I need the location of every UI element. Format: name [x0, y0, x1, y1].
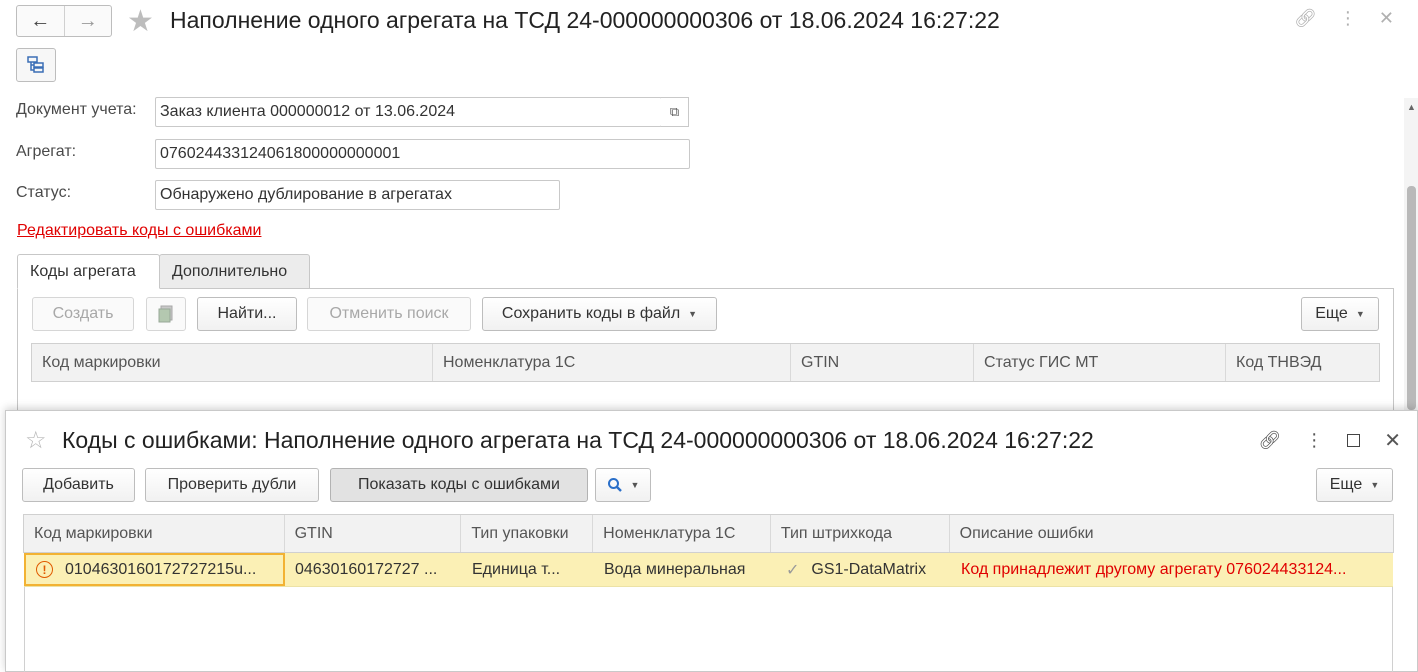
scrollbar-thumb[interactable]	[1407, 186, 1416, 410]
star-icon[interactable]: ★	[127, 4, 154, 39]
star-icon[interactable]: ☆	[25, 426, 47, 455]
scroll-up-icon[interactable]: ▲	[1407, 102, 1416, 112]
copy-icon	[158, 305, 173, 323]
column-header[interactable]: GTIN	[791, 344, 974, 381]
aggregate-field[interactable]: 076024433124061800000000001	[155, 139, 690, 169]
chevron-down-icon: ▼	[630, 480, 640, 490]
page-title: Наполнение одного агрегата на ТСД 24-000…	[170, 7, 1000, 33]
close-icon[interactable]: ✕	[1384, 428, 1401, 453]
window-controls: 🔗︎ ⋮ ✕	[1294, 8, 1394, 29]
column-header[interactable]: Описание ошибки	[950, 515, 1393, 552]
arrow-left-icon[interactable]: ←	[17, 6, 64, 36]
column-header[interactable]: Тип упаковки	[461, 515, 594, 552]
gtin-cell[interactable]: 04630160172727 ...	[285, 553, 462, 586]
vertical-scrollbar[interactable]: ▲	[1404, 98, 1418, 410]
popup-window-controls: 🔗︎ ⋮ ✕	[1258, 428, 1401, 453]
checkmark-icon: ✓	[786, 561, 800, 579]
tab-aggregate-codes[interactable]: Коды агрегата	[17, 254, 160, 289]
more-button[interactable]: Еще ▼	[1316, 468, 1393, 502]
barcode-type-value: GS1-DataMatrix	[811, 560, 927, 578]
chevron-down-icon: ▼	[688, 309, 698, 319]
create-button[interactable]: Создать	[32, 297, 134, 331]
arrow-right-icon[interactable]: →	[63, 6, 112, 36]
cancel-search-button[interactable]: Отменить поиск	[307, 297, 471, 331]
save-codes-button[interactable]: Сохранить коды в файл ▼	[482, 297, 717, 331]
nomenclature-cell[interactable]: Вода минеральная	[594, 553, 772, 586]
aggregate-label: Агрегат:	[16, 143, 77, 160]
doc-label: Документ учета:	[16, 101, 137, 118]
save-codes-label: Сохранить коды в файл	[501, 305, 681, 322]
barcode-type-cell[interactable]: ✓ GS1-DataMatrix	[772, 553, 951, 586]
structure-button[interactable]	[16, 48, 56, 82]
vertical-dots-icon[interactable]: ⋮	[1339, 8, 1357, 29]
open-icon[interactable]: ⧉	[661, 97, 689, 127]
more-label: Еще	[1329, 476, 1363, 493]
chevron-down-icon: ▼	[1355, 309, 1365, 319]
table-row[interactable]: ! 0104630160172727215u... 04630160172727…	[24, 553, 1393, 587]
find-button[interactable]: Найти...	[197, 297, 297, 331]
status-field[interactable]: Обнаружено дублирование в агрегатах	[155, 180, 560, 210]
status-label: Статус:	[16, 184, 72, 201]
maximize-icon[interactable]	[1347, 434, 1361, 447]
more-label: Еще	[1315, 305, 1348, 322]
check-duplicates-button[interactable]: Проверить дубли	[145, 468, 319, 502]
error-codes-table-header: Код маркировки GTIN Тип упаковки Номенкл…	[23, 514, 1394, 553]
vertical-dots-icon[interactable]: ⋮	[1305, 430, 1323, 451]
column-header[interactable]: GTIN	[285, 515, 462, 552]
structure-icon	[27, 56, 44, 73]
codes-table-header: Код маркировки Номенклатура 1С GTIN Стат…	[31, 343, 1380, 382]
close-icon[interactable]: ✕	[1379, 8, 1394, 29]
doc-field[interactable]: Заказ клиента 000000012 от 13.06.2024	[155, 97, 662, 127]
error-description-cell[interactable]: Код принадлежит другому агрегату 0760244…	[951, 553, 1393, 586]
tab-additional[interactable]: Дополнительно	[159, 254, 310, 289]
link-icon[interactable]: 🔗︎	[1294, 8, 1317, 29]
link-icon[interactable]: 🔗︎	[1258, 430, 1281, 451]
more-button[interactable]: Еще ▼	[1301, 297, 1379, 331]
column-header[interactable]: Номенклатура 1С	[593, 515, 771, 552]
column-header[interactable]: Код маркировки	[24, 515, 285, 552]
navigation-buttons: ← →	[16, 5, 112, 37]
edit-error-codes-link[interactable]: Редактировать коды с ошибками	[17, 222, 261, 240]
package-type-cell[interactable]: Единица т...	[462, 553, 594, 586]
add-button[interactable]: Добавить	[22, 468, 135, 502]
marking-code-value: 0104630160172727215u...	[65, 560, 257, 578]
column-header[interactable]: Код маркировки	[32, 344, 433, 381]
copy-button[interactable]	[146, 297, 186, 331]
chevron-down-icon: ▼	[1370, 480, 1380, 490]
column-header[interactable]: Статус ГИС МТ	[974, 344, 1226, 381]
column-header[interactable]: Тип штрихкода	[771, 515, 950, 552]
column-header[interactable]: Номенклатура 1С	[433, 344, 791, 381]
marking-code-cell[interactable]: ! 0104630160172727215u...	[24, 553, 285, 586]
popup-title: Коды с ошибками: Наполнение одного агрег…	[62, 427, 1094, 453]
search-button[interactable]: ▼	[595, 468, 651, 502]
error-description-value: Код принадлежит другому агрегату 0760244…	[961, 560, 1347, 578]
show-error-codes-button[interactable]: Показать коды с ошибками	[330, 468, 588, 502]
warning-circle-icon: !	[36, 561, 53, 578]
search-icon	[607, 478, 622, 492]
column-header[interactable]: Код ТНВЭД	[1226, 344, 1379, 381]
error-codes-window: ☆ Коды с ошибками: Наполнение одного агр…	[5, 410, 1418, 672]
